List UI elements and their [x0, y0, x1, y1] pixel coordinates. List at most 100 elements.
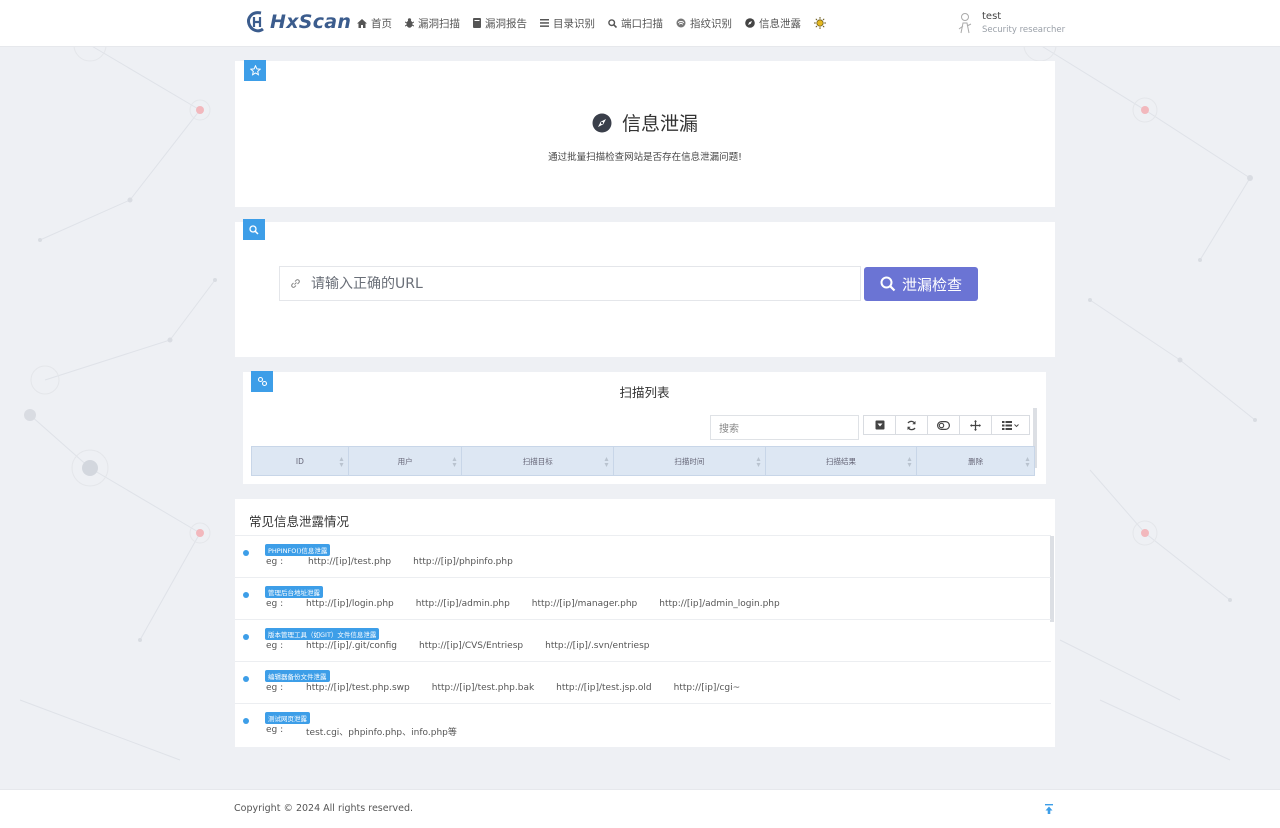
user-role: Security researcher [982, 25, 1066, 35]
logo-icon [247, 11, 264, 33]
fullscreen-button[interactable] [959, 415, 992, 435]
bullet [243, 634, 249, 640]
compass-icon [592, 113, 612, 132]
example-line: eg : test.cgi、phpinfo.php、info.php等 [266, 725, 479, 738]
common-leaks-card: 常见信息泄露情况 PHPINFO()信息泄露 eg : http://[ip]/… [235, 499, 1055, 747]
compass-icon [745, 18, 755, 28]
column-header-id[interactable]: ID [252, 447, 349, 475]
bullet [243, 676, 249, 682]
bullet [243, 718, 249, 724]
list-item: 管理后台地址泄露 eg : http://[ip]/login.php http… [235, 577, 1051, 619]
url-field[interactable] [279, 266, 861, 301]
scan-form-badge [243, 219, 265, 240]
sort-icon [604, 457, 609, 467]
toggle-icon [937, 420, 950, 430]
column-label: ID [295, 456, 304, 466]
nav-item-label: 信息泄露 [759, 17, 801, 30]
book-icon [473, 18, 481, 28]
nav-item-vuln-scan[interactable]: 漏洞扫描 [405, 16, 460, 31]
page-subtitle: 通过批量扫描检查网站是否存在信息泄漏问题! [548, 152, 742, 163]
sort-icon [339, 457, 344, 467]
search-icon [608, 18, 617, 28]
column-label: 扫描结果 [825, 456, 856, 466]
columns-icon [1002, 420, 1019, 430]
main-nav: 首页 漏洞扫描 漏洞报告 目录识别 端口扫描 指纹识别 信息泄露 [357, 0, 843, 46]
nav-item-label: 漏洞扫描 [418, 17, 460, 30]
example-line: eg : http://[ip]/test.php.swp http://[ip… [266, 683, 762, 693]
table-search-input[interactable]: 搜索 [710, 415, 859, 440]
copyright-text: Copyright © 2024 All rights reserved. [234, 803, 414, 814]
bug-icon [405, 18, 414, 28]
example-url: http://[ip]/admin.php [415, 599, 510, 609]
nav-item-label: 首页 [371, 17, 392, 30]
url-input[interactable] [311, 275, 831, 292]
list-icon [540, 19, 549, 27]
list-item: PHPINFO()信息泄露 eg : http://[ip]/test.php … [235, 535, 1051, 577]
theme-toggle[interactable] [814, 17, 830, 29]
leak-tag: PHPINFO()信息泄露 [265, 544, 331, 556]
column-label: 扫描目标 [522, 456, 553, 466]
nav-item-dir-scan[interactable]: 目录识别 [540, 16, 595, 31]
list-item: 编辑器备份文件泄露 eg : http://[ip]/test.php.swp … [235, 661, 1051, 703]
nav-item-port-scan[interactable]: 端口扫描 [608, 16, 663, 31]
example-url: http://[ip]/test.php.bak [431, 683, 535, 693]
column-label: 删除 [968, 456, 984, 466]
search-icon [880, 276, 896, 292]
example-url: test.cgi、phpinfo.php、info.php等 [306, 728, 457, 738]
columns-button[interactable] [991, 415, 1030, 435]
nav-item-home[interactable]: 首页 [357, 16, 392, 31]
list-item: 版本管理工具（如GIT）文件信息泄露 eg : http://[ip]/.git… [235, 619, 1051, 661]
column-header-time[interactable]: 扫描时间 [614, 447, 766, 475]
example-url: http://[ip]/.svn/entriesp [545, 641, 650, 651]
column-header-delete[interactable]: 删除 [917, 447, 1034, 475]
example-url: http://[ip]/test.php [308, 557, 392, 567]
user-name: test [982, 11, 1002, 22]
eg-label: eg : [266, 599, 284, 609]
app-logo[interactable]: HxScan [246, 8, 351, 36]
hero-card: 信息泄漏 通过批量扫描检查网站是否存在信息泄漏问题! [235, 60, 1055, 207]
nav-item-label: 漏洞报告 [485, 17, 527, 30]
bullet [243, 592, 249, 598]
refresh-icon [907, 420, 916, 430]
column-header-user[interactable]: 用户 [348, 447, 463, 475]
example-url: http://[ip]/.git/config [306, 641, 398, 651]
search-icon [249, 224, 259, 235]
example-url: http://[ip]/test.php.swp [306, 683, 410, 693]
nav-item-info-leak[interactable]: 信息泄露 [745, 16, 801, 31]
leak-check-button[interactable]: 泄漏检查 [864, 267, 978, 301]
example-url: http://[ip]/test.jsp.old [556, 683, 652, 693]
scan-form-card: 泄漏检查 [235, 219, 1055, 357]
bullet [243, 550, 249, 556]
example-url: http://[ip]/CVS/Entriesp [419, 641, 524, 651]
link-icon [291, 279, 300, 288]
example-line: eg : http://[ip]/login.php http://[ip]/a… [266, 599, 802, 609]
avatar [958, 13, 972, 34]
sun-icon [814, 17, 826, 29]
sort-icon [1025, 457, 1030, 467]
refresh-button[interactable] [895, 415, 928, 435]
scan-table-header: ID 用户 扫描目标 扫描时间 扫描结果 删除 [251, 446, 1035, 476]
nav-item-vuln-report[interactable]: 漏洞报告 [473, 16, 527, 31]
scan-list-card: 扫描列表 搜索 ID 用户 扫描目标 扫描时间 扫描结果 删除 [243, 371, 1046, 484]
export-icon [875, 420, 884, 430]
arrow-up-icon[interactable] [1043, 803, 1055, 815]
page-title-row: 信息泄漏 [235, 109, 1055, 136]
fullscreen-icon [970, 419, 981, 431]
eg-label: eg : [266, 725, 284, 735]
star-icon [249, 65, 261, 76]
export-button[interactable] [863, 415, 896, 435]
footer: Copyright © 2024 All rights reserved. [0, 789, 1280, 828]
top-navbar: HxScan 首页 漏洞扫描 漏洞报告 目录识别 端口扫描 指纹识别 信息泄露 … [0, 0, 1280, 47]
hero-badge [244, 60, 266, 81]
toggle-view-button[interactable] [927, 415, 960, 435]
fingerprint-icon [676, 18, 686, 28]
example-line: eg : http://[ip]/test.php http://[ip]/ph… [266, 557, 535, 567]
table-search-placeholder: 搜索 [719, 424, 739, 435]
nav-item-fingerprint[interactable]: 指纹识别 [676, 16, 732, 31]
column-header-result[interactable]: 扫描结果 [765, 447, 918, 475]
example-url: http://[ip]/phpinfo.php [413, 557, 513, 567]
column-label: 用户 [397, 456, 413, 466]
page-title: 信息泄漏 [621, 113, 698, 135]
column-header-target[interactable]: 扫描目标 [462, 447, 615, 475]
user-menu[interactable]: test Security researcher [958, 11, 1065, 35]
